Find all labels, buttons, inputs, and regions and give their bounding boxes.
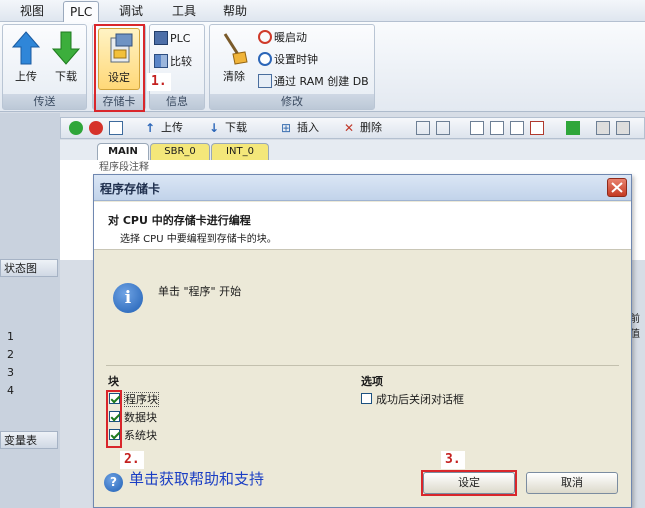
menu-debug[interactable]: 调试 — [113, 3, 149, 20]
toolbar-insert[interactable]: 插入 — [297, 121, 319, 135]
set-clock-label: 设置时钟 — [274, 53, 318, 66]
create-db-button[interactable]: 通过 RAM 创建 DB — [258, 73, 369, 91]
group-info-label: 信息 — [150, 94, 204, 109]
step-3-label: 3. — [441, 451, 465, 469]
clear-button[interactable]: 清除 — [214, 28, 254, 90]
cancel-button[interactable]: 取消 — [526, 472, 618, 494]
row-label: 2 — [7, 348, 14, 361]
eraser-icon — [223, 33, 248, 65]
info-text: 单击 "程序" 开始 — [158, 285, 242, 298]
upload-button[interactable]: 上传 — [6, 28, 46, 90]
highlight-checkboxes-box — [106, 390, 122, 448]
variable-table-pane-title: 变量表 — [0, 431, 58, 449]
warm-start-label: 暖启动 — [274, 31, 307, 44]
upload-small-icon: ↑ — [145, 121, 156, 135]
help-icon: ? — [104, 473, 123, 492]
go-icon[interactable] — [566, 121, 580, 135]
program-tabs: MAIN SBR_0 INT_0 — [60, 140, 645, 160]
prev-value-header: 前值 — [630, 314, 640, 340]
checkbox-label: 程序块 — [124, 392, 159, 407]
menu-view[interactable]: 视图 — [14, 3, 50, 20]
warm-start-button[interactable]: 暖启动 — [258, 29, 307, 47]
download-button[interactable]: 下载 — [46, 28, 86, 90]
checkbox-label: 成功后关闭对话框 — [376, 393, 464, 406]
set-clock-button[interactable]: 设置时钟 — [258, 51, 318, 69]
row-label: 3 — [7, 366, 14, 379]
download-arrow-icon — [51, 31, 81, 65]
plc-info-button[interactable]: PLC — [154, 30, 190, 48]
toolbar-delete[interactable]: 删除 — [360, 121, 382, 135]
dialog-header-subtitle: 选择 CPU 中要编程到存储卡的块。 — [120, 234, 277, 245]
ribbon: 上传 下载 传送 设定 存储卡 PLC 比较 信息 清除 暖启动 设置时钟 通过… — [0, 22, 645, 112]
upload-label: 上传 — [15, 70, 37, 83]
group-info: PLC 比较 信息 — [149, 24, 205, 110]
group-modify-label: 修改 — [210, 94, 374, 109]
download-small-icon: ↓ — [209, 121, 220, 135]
bookmark-next-icon[interactable] — [436, 121, 450, 135]
status-chart-pane-title: 状态图 — [0, 259, 58, 277]
separator — [106, 365, 619, 366]
plc-icon — [154, 31, 168, 45]
options-label: 选项 — [361, 375, 383, 388]
step-1-label: 1. — [147, 73, 171, 91]
help-link[interactable]: ? 单击获取帮助和支持 — [104, 468, 264, 492]
menu-tools[interactable]: 工具 — [166, 3, 202, 20]
compare-label: 比较 — [170, 55, 192, 68]
window-2-icon[interactable] — [490, 121, 504, 135]
clear-label: 清除 — [223, 70, 245, 83]
create-db-label: 通过 RAM 创建 DB — [274, 75, 369, 88]
compile-icon[interactable] — [109, 121, 123, 135]
dialog-header-title: 对 CPU 中的存储卡进行编程 — [108, 214, 251, 227]
checkbox-close-on-success[interactable]: 成功后关闭对话框 — [361, 392, 464, 408]
group-modify: 清除 暖启动 设置时钟 通过 RAM 创建 DB 修改 — [209, 24, 375, 110]
window-icon[interactable] — [470, 121, 484, 135]
insert-icon: ⊞ — [281, 121, 292, 135]
editor-toolbar: ↑ 上传 ↓ 下载 ⊞ 插入 ✕ 删除 — [60, 117, 645, 139]
delete-icon: ✕ — [344, 121, 355, 135]
lock-2-icon[interactable] — [616, 121, 630, 135]
window-3-icon[interactable] — [510, 121, 524, 135]
compare-icon — [154, 54, 168, 68]
checkbox-label: 数据块 — [124, 411, 157, 424]
toolbar-download[interactable]: 下载 — [225, 121, 247, 135]
menu-help[interactable]: 帮助 — [217, 3, 253, 20]
highlight-setup-box — [94, 24, 145, 112]
dialog-title: 程序存储卡 — [100, 182, 161, 196]
toolbar-upload[interactable]: 上传 — [161, 121, 183, 135]
run-icon[interactable] — [69, 121, 83, 135]
row-label: 1 — [7, 330, 14, 343]
window-close-icon[interactable] — [530, 121, 544, 135]
help-text: 单击获取帮助和支持 — [129, 470, 265, 488]
bookmark-icon[interactable] — [416, 121, 430, 135]
menu-bar: 视图 PLC 调试 工具 帮助 — [0, 0, 645, 23]
left-panel: 状态图 1 2 3 4 变量表 — [0, 113, 60, 508]
memory-card-dialog: 程序存储卡 对 CPU 中的存储卡进行编程 选择 CPU 中要编程到存储卡的块。… — [93, 174, 632, 508]
setup-button[interactable]: 设定 — [423, 472, 515, 494]
download-label: 下载 — [55, 70, 77, 83]
stop-icon[interactable] — [89, 121, 103, 135]
blocks-label: 块 — [108, 375, 119, 388]
network-comment: 程序段注释 — [99, 162, 149, 173]
upload-arrow-icon — [11, 31, 41, 65]
checkbox-unchecked-icon — [361, 393, 372, 404]
close-button[interactable] — [607, 178, 627, 197]
row-label: 4 — [7, 384, 14, 397]
info-icon: i — [113, 283, 143, 313]
group-transfer-label: 传送 — [3, 94, 86, 109]
step-2-label: 2. — [120, 451, 144, 469]
checkbox-label: 系统块 — [124, 429, 157, 442]
clock-icon — [258, 52, 272, 66]
tab-int0[interactable]: INT_0 — [211, 143, 269, 160]
database-icon — [258, 74, 272, 88]
compare-button[interactable]: 比较 — [154, 53, 192, 71]
lock-icon[interactable] — [596, 121, 610, 135]
warm-start-icon — [258, 30, 272, 44]
dialog-title-bar: 程序存储卡 — [94, 175, 631, 201]
plc-info-label: PLC — [170, 32, 191, 45]
group-transfer: 上传 下载 传送 — [2, 24, 87, 110]
menu-plc[interactable]: PLC — [63, 1, 100, 23]
tab-sbr0[interactable]: SBR_0 — [150, 143, 210, 160]
dialog-header: 对 CPU 中的存储卡进行编程 选择 CPU 中要编程到存储卡的块。 — [94, 202, 631, 250]
close-icon — [611, 182, 623, 193]
